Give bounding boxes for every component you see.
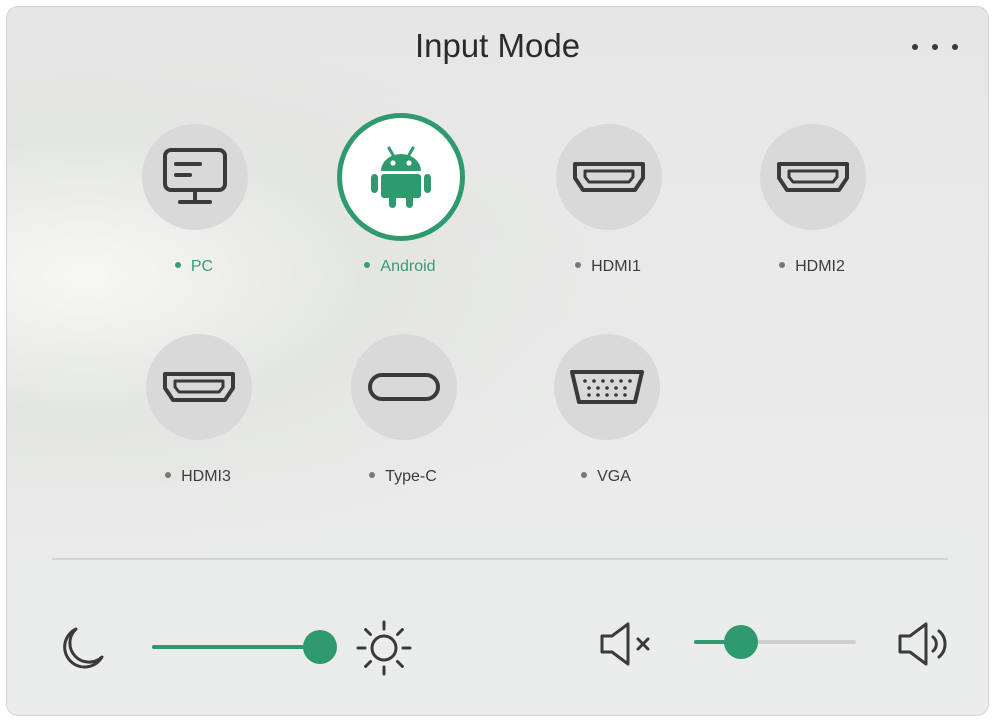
source-tile-hdmi2[interactable]: HDMI2 (742, 124, 882, 304)
speaker-mute-icon[interactable] (598, 620, 654, 668)
status-dot (174, 261, 181, 268)
source-label-text: PC (190, 258, 214, 275)
source-tile-hdmi3[interactable]: HDMI3 (128, 334, 268, 514)
source-label: HDMI1 (538, 258, 678, 276)
source-label-text: Type-C (385, 468, 437, 485)
brightness-knob[interactable] (303, 630, 337, 664)
moon-icon[interactable] (56, 625, 106, 673)
source-label-text: HDMI2 (795, 258, 845, 275)
source-tile-hdmi1[interactable]: HDMI1 (538, 124, 678, 304)
page-title: Input Mode (414, 27, 581, 64)
source-label: VGA (536, 468, 676, 486)
source-circle (554, 334, 660, 440)
more-dot (912, 44, 918, 50)
source-label: HDMI2 (742, 258, 882, 276)
source-label-text: Android (380, 258, 436, 275)
brightness-fill (152, 645, 320, 649)
vga-port-icon (570, 370, 644, 404)
source-circle (146, 334, 252, 440)
source-tile-vga[interactable]: VGA (536, 334, 676, 514)
monitor-icon (163, 148, 227, 204)
source-label-text: HDMI1 (591, 258, 641, 275)
source-label-text: VGA (597, 468, 631, 485)
source-label: Type-C (333, 468, 473, 486)
source-label: HDMI3 (128, 468, 268, 486)
usb-c-port-icon (368, 373, 440, 401)
source-label: PC (124, 258, 264, 276)
source-circle (760, 124, 866, 230)
android-icon (371, 146, 431, 208)
status-dot (165, 471, 172, 478)
volume-knob[interactable] (723, 625, 758, 659)
divider (52, 558, 948, 560)
sun-icon[interactable] (356, 620, 412, 676)
hdmi-port-icon (163, 372, 235, 402)
status-dot (369, 471, 376, 478)
more-dot (952, 44, 958, 50)
status-dot (581, 471, 588, 478)
status-dot (779, 261, 786, 268)
source-tile-type-c[interactable]: Type-C (333, 334, 473, 514)
more-dot (932, 44, 938, 50)
speaker-loud-icon[interactable] (896, 620, 952, 668)
more-options-button[interactable] (908, 40, 964, 54)
source-label: Android (330, 258, 470, 276)
status-dot (575, 261, 582, 268)
hdmi-port-icon (573, 162, 645, 192)
source-circle-selected (342, 118, 460, 236)
status-dot (364, 261, 371, 268)
hdmi-port-icon (777, 162, 849, 192)
source-tile-android[interactable]: Android (330, 118, 470, 304)
source-label-text: HDMI3 (181, 468, 231, 485)
source-circle (351, 334, 457, 440)
source-tile-pc[interactable]: PC (124, 124, 264, 304)
source-circle (142, 124, 248, 230)
source-circle (556, 124, 662, 230)
